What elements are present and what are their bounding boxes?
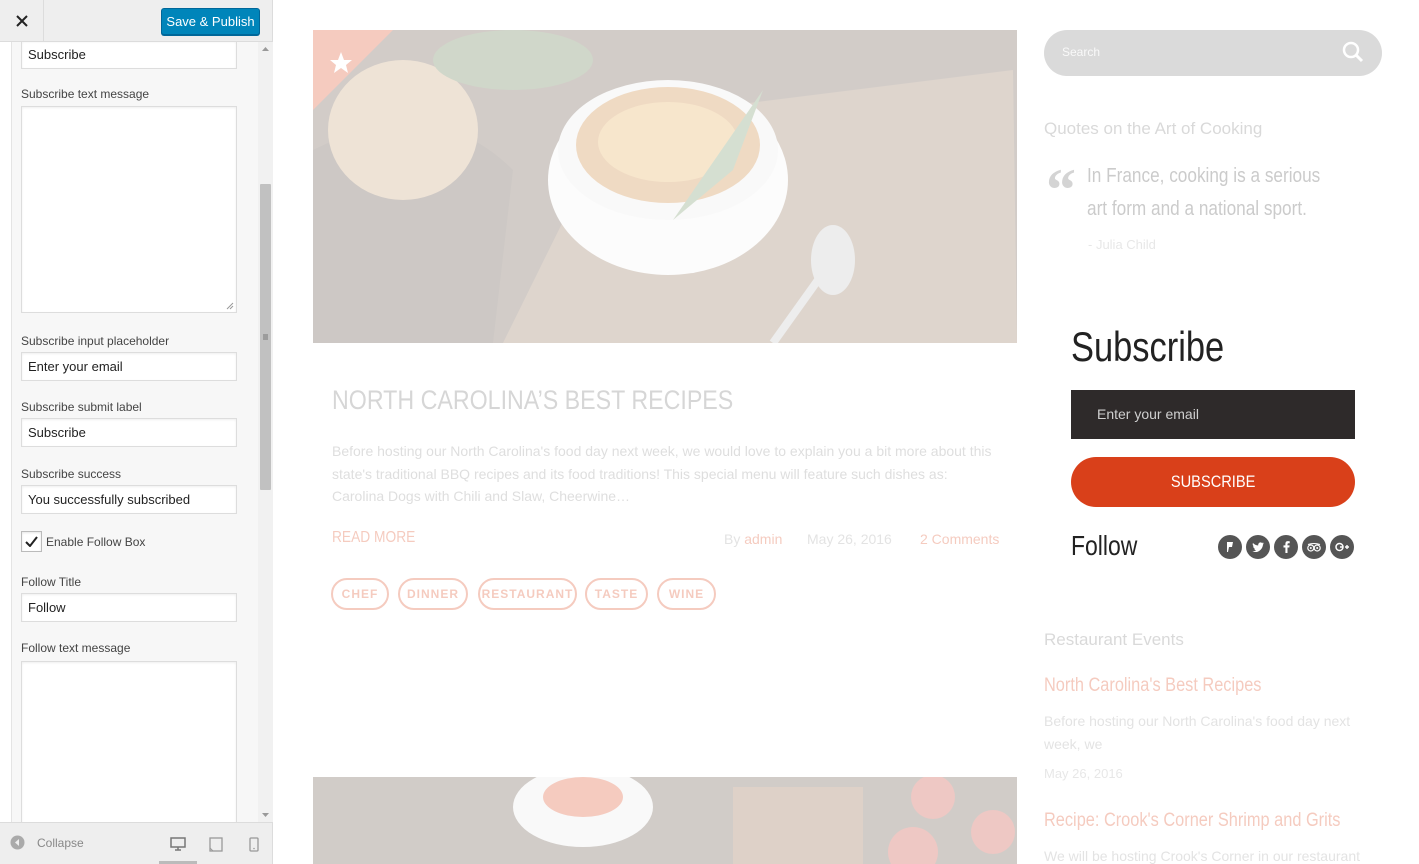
subscribe-submit-label-label: Subscribe submit label [21, 400, 142, 414]
subscribe-title-field[interactable] [21, 42, 237, 69]
event-title-2[interactable]: Recipe: Crook's Corner Shrimp and Grits [1044, 810, 1340, 832]
customizer-sidebar: Save & Publish Subscribe text message Su… [0, 0, 273, 864]
post-title[interactable]: NORTH CAROLINA’S BEST RECIPES [332, 385, 733, 416]
resize-handle-icon[interactable] [226, 302, 234, 310]
events-widget-title: Restaurant Events [1044, 630, 1184, 649]
controls-scrollbar[interactable] [258, 42, 273, 822]
checkmark-icon [25, 536, 38, 547]
enable-follow-box-checkbox[interactable] [21, 531, 42, 552]
tag-restaurant[interactable]: RESTAURANT [478, 578, 577, 610]
event-date-1: May 26, 2016 [1044, 766, 1123, 781]
tag-wine[interactable]: WINE [657, 578, 716, 610]
google-plus-icon[interactable] [1330, 535, 1354, 559]
customizer-footer: Collapse [0, 822, 272, 864]
collapse-label: Collapse [37, 835, 84, 850]
close-customizer-button[interactable] [0, 0, 44, 42]
subscribe-button[interactable]: SUBSCRIBE [1071, 457, 1355, 507]
follow-text-message-label: Follow text message [21, 641, 131, 655]
quote-icon: “ [1046, 157, 1076, 223]
subscribe-email-input[interactable]: Enter your email [1071, 390, 1355, 439]
post-featured-image[interactable] [313, 30, 1017, 343]
subscribe-success-label: Subscribe success [21, 467, 122, 481]
tag-taste[interactable]: TASTE [585, 578, 648, 610]
post-featured-image-2[interactable] [313, 777, 1017, 864]
subscribe-button-label: SUBSCRIBE [1170, 472, 1256, 491]
mobile-icon [249, 836, 259, 852]
tag-chef[interactable]: CHEF [331, 578, 389, 610]
quotes-widget-title: Quotes on the Art of Cooking [1044, 119, 1263, 138]
post-date: May 26, 2016 [807, 531, 892, 547]
grip-icon [263, 334, 268, 340]
collapse-arrow-icon [10, 835, 25, 850]
close-icon [15, 15, 28, 27]
event-text-1: Before hosting our North Carolina's food… [1044, 713, 1351, 752]
post-author-link[interactable]: admin [744, 531, 782, 547]
arrow-down-icon [262, 813, 269, 817]
food-photo-2 [313, 777, 1017, 864]
customizer-controls: Subscribe text message Subscribe input p… [0, 42, 258, 822]
enable-follow-box-label: Enable Follow Box [46, 535, 146, 549]
post-meta: By admin [724, 531, 782, 547]
subscribe-text-message-label: Subscribe text message [21, 87, 150, 101]
subscribe-success-field[interactable] [21, 485, 237, 514]
search-box[interactable]: Search [1044, 30, 1382, 76]
search-icon[interactable] [1342, 41, 1364, 63]
event-text-2: We will be hosting Crook's Corner in our… [1044, 848, 1360, 864]
subscribe-input-placeholder-label: Subscribe input placeholder [21, 334, 170, 348]
twitter-icon[interactable] [1246, 535, 1270, 559]
save-publish-button[interactable]: Save & Publish [161, 8, 260, 35]
customizer-header: Save & Publish [0, 0, 272, 42]
preview-desktop-button[interactable] [167, 834, 189, 854]
search-placeholder: Search [1062, 45, 1101, 59]
subscribe-widget-title: Subscribe [1071, 323, 1225, 370]
follow-title: Follow [1071, 530, 1138, 561]
quote-author: - Julia Child [1088, 237, 1156, 252]
scroll-up-arrow[interactable] [258, 42, 273, 56]
follow-title-field[interactable] [21, 593, 237, 622]
preview-tablet-button[interactable] [205, 834, 227, 854]
facebook-icon[interactable] [1274, 535, 1298, 559]
follow-title-label: Follow Title [21, 575, 82, 589]
follow-text-message-field[interactable] [21, 661, 237, 822]
preview-mobile-button[interactable] [243, 834, 265, 854]
desktop-icon [170, 837, 186, 851]
event-title-1[interactable]: North Carolina's Best Recipes [1044, 675, 1261, 697]
site-preview: NORTH CAROLINA’S BEST RECIPES Before hos… [273, 0, 1419, 864]
scrollbar-thumb[interactable] [260, 184, 271, 490]
food-photo [313, 30, 1017, 343]
subscribe-submit-label-field[interactable] [21, 418, 237, 447]
read-more-link[interactable]: READ MORE [332, 529, 415, 547]
foursquare-icon[interactable] [1218, 535, 1242, 559]
subscribe-text-message-field[interactable] [21, 106, 237, 313]
post-meta-by: By [724, 531, 741, 547]
tablet-icon [209, 836, 223, 852]
arrow-up-icon [262, 47, 269, 51]
tripadvisor-icon[interactable] [1302, 535, 1326, 559]
customizer-app: Save & Publish Subscribe text message Su… [0, 0, 1419, 864]
scroll-down-arrow[interactable] [258, 808, 273, 822]
post-excerpt: Before hosting our North Carolina's food… [332, 443, 992, 504]
quote-text: In France, cooking is a serious art form… [1087, 165, 1321, 220]
post-comments-link[interactable]: 2 Comments [920, 531, 999, 547]
collapse-button[interactable]: Collapse [10, 835, 84, 850]
subscribe-input-placeholder-field[interactable] [21, 352, 237, 381]
tag-dinner[interactable]: DINNER [398, 578, 468, 610]
